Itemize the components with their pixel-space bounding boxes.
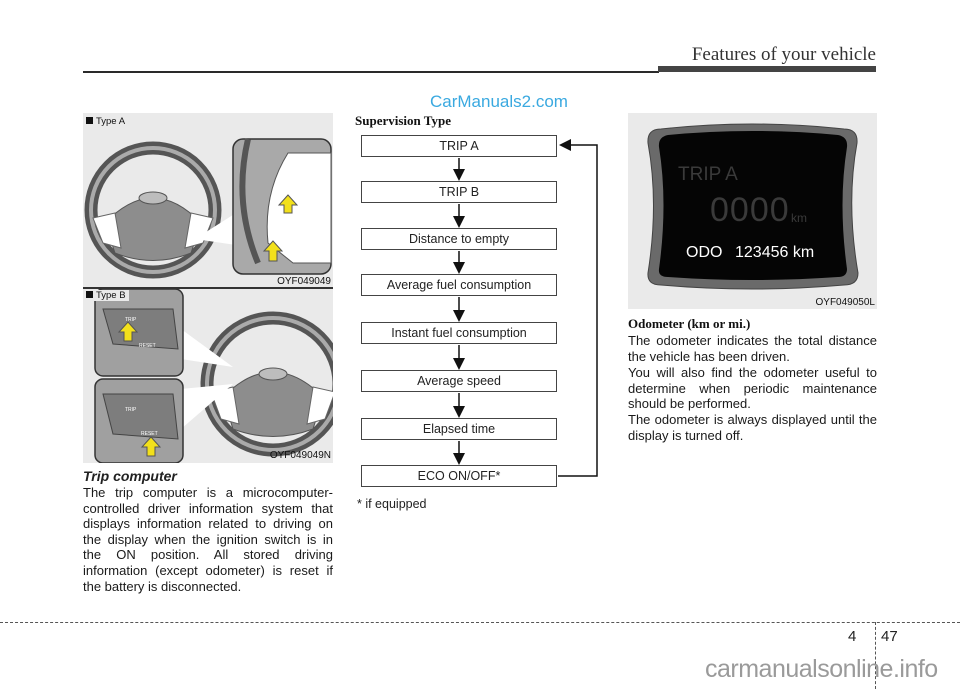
figure-code-cluster: OYF049050L [815,297,876,308]
footer-rule [0,622,960,623]
odometer-paragraph-2: You will also find the odometer useful t… [628,365,877,412]
reset-button-label: RESET [271,235,288,241]
figure-code-type-b: OYF049049N [269,450,331,461]
figure-label-type-a: Type A [86,116,125,127]
page-number: 47 [881,628,898,645]
figure-type-a: RESET Type A OYF049049 [83,113,333,287]
steering-wheel-type-a-illustration: RESET [84,138,332,279]
flow-step-average-fuel-consumption: Average fuel consumption [361,274,557,296]
trip-computer-body: The trip computer is a microcomputer-con… [83,485,333,594]
flow-step-trip-b: TRIP B [361,181,557,203]
watermark-top[interactable]: CarManuals2.com [430,92,568,112]
trip-computer-heading: Trip computer [83,468,177,484]
return-arrow-icon [558,139,598,477]
chapter-number: 4 [848,628,857,645]
cluster-mode-label: TRIP A [678,164,738,185]
cluster-odo-label: ODO [686,244,723,261]
section-header-title: Features of your vehicle [691,44,876,65]
figure-label-text: Type B [96,290,126,301]
reset-button-label: RESET [141,431,158,437]
figure-label-text: Type A [96,116,126,127]
flow-step-instant-fuel-consumption: Instant fuel consumption [361,322,557,344]
odometer-heading: Odometer (km or mi.) [628,316,751,331]
cluster-odo-value: 123456 km [735,244,815,261]
square-bullet-icon [86,291,93,298]
cluster-trip-unit: km [791,211,807,225]
flow-step-trip-a: TRIP A [361,135,557,157]
figure-label-type-b: Type B [86,290,129,301]
reset-button-label: RESET [139,343,156,349]
flow-step-eco-on-off: ECO ON/OFF* [361,465,557,487]
odometer-paragraph-1: The odometer indicates the total distanc… [628,333,877,364]
figure-code-type-a: OYF049049 [277,276,331,287]
flow-step-average-speed: Average speed [361,370,557,392]
supervision-footnote: * if equipped [357,497,427,511]
figure-type-b: TRIP RESET TRIP RESET Type B OYF049049N [83,288,346,464]
trip-button-label: TRIP [125,407,137,413]
figure-cluster-display: TRIP A 0000 km ODO 123456 km OYF049050L [628,113,877,309]
square-bullet-icon [86,117,93,124]
supervision-heading: Supervision Type [355,113,451,128]
cluster-trip-value: 0000 [710,191,790,229]
steering-wheel-type-b-illustration: TRIP RESET TRIP RESET [94,288,346,464]
header-rule-thick [658,66,876,72]
odometer-paragraph-3: The odometer is always displayed until t… [628,412,877,443]
header-rule [83,71,659,73]
flow-step-distance-to-empty: Distance to empty [361,228,557,250]
watermark-bottom[interactable]: carmanualsonline.info [705,655,938,684]
flow-step-elapsed-time: Elapsed time [361,418,557,440]
trip-button-label: TRIP [125,317,137,323]
